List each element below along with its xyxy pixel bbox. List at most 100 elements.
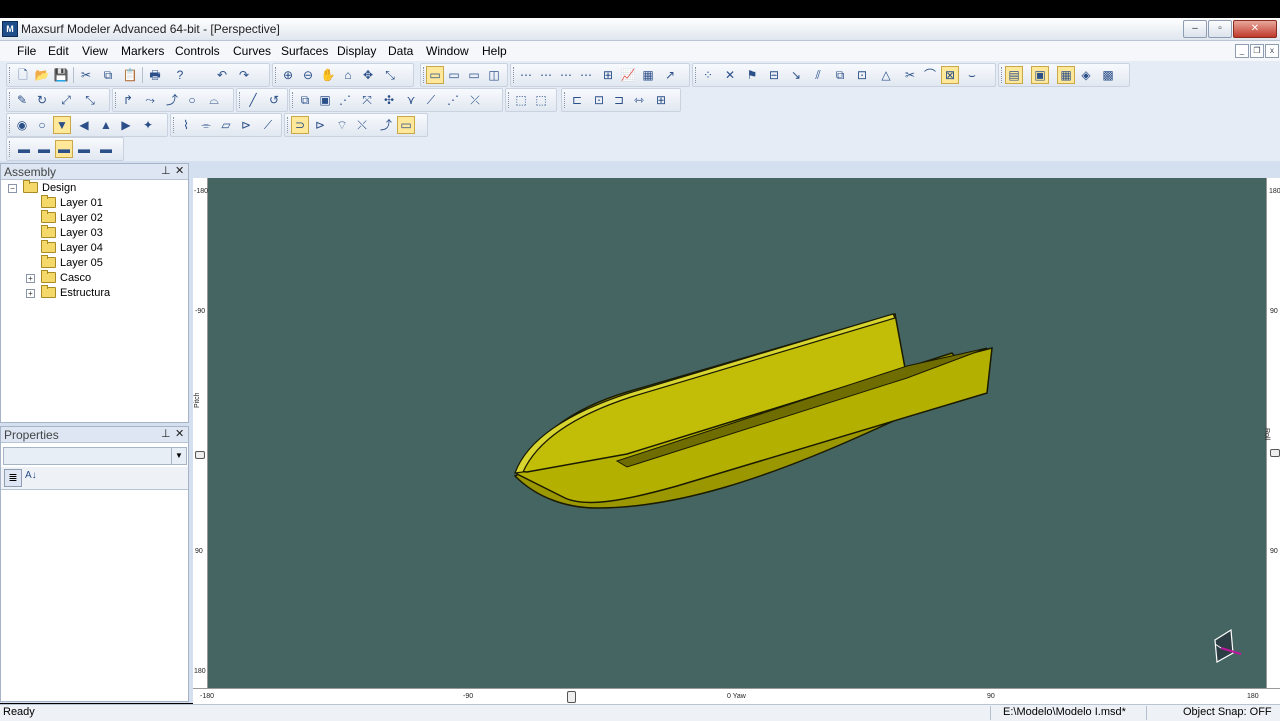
pin-icon[interactable]: ⊥ [161,427,171,440]
menu-edit[interactable]: Edit [48,44,69,58]
calc-areas-icon[interactable]: ⊞ [599,66,617,84]
grid-icon[interactable]: ▦ [1057,66,1075,84]
menu-help[interactable]: Help [482,44,507,58]
fit-surface-icon[interactable]: ⊟ [765,66,783,84]
undo-icon[interactable]: ↶ [213,66,231,84]
expand-collapse-icon[interactable]: + [26,274,35,283]
tree-item-layer[interactable]: Layer 02 [41,210,103,225]
tree-item-layer[interactable]: Layer 03 [41,225,103,240]
pattern-icon[interactable]: ▩ [1099,66,1117,84]
shape-4-icon[interactable]: ⊳ [237,116,255,134]
minimize-button[interactable]: – [1183,20,1207,38]
expand-collapse-icon[interactable]: + [26,289,35,298]
net-cross-icon[interactable]: ⤫ [466,91,484,109]
close-icon[interactable]: ✕ [175,427,184,440]
select-points-icon[interactable]: ⁘ [699,66,717,84]
table-icon[interactable]: ▦ [639,66,657,84]
hull-model-render[interactable] [207,178,1266,688]
pin-icon[interactable]: ⊥ [161,164,171,177]
arrow-up-icon[interactable]: ▲ [97,116,115,134]
profile-view-icon[interactable]: ▭ [465,66,483,84]
select-circle-icon[interactable]: ○ [33,116,51,134]
save-icon[interactable]: 💾 [52,66,70,84]
menu-window[interactable]: Window [426,44,469,58]
close-button[interactable]: ✕ [1233,20,1277,38]
control-points-icon[interactable]: ⋯ [557,66,575,84]
move-surface-icon[interactable]: ⊡ [853,66,871,84]
grid-spacing-icon[interactable]: ⋯ [517,66,535,84]
draw-line-icon[interactable]: ╱ [244,91,262,109]
sort-by-category-icon[interactable]: ≣ [4,469,22,487]
roll-slider-handle[interactable] [1270,449,1280,457]
triangle-surface-icon[interactable]: △ [877,66,895,84]
toolbar-grip[interactable] [9,141,13,157]
menu-markers[interactable]: Markers [121,44,164,58]
copy-surface-icon[interactable]: ⧉ [831,66,849,84]
copy-icon[interactable]: ⧉ [99,66,117,84]
bond-edge-icon[interactable]: ⌒ [921,66,939,84]
menu-file[interactable]: File [17,44,36,58]
expand-collapse-icon[interactable]: − [8,184,17,193]
hull-profile-icon[interactable]: ⊳ [311,116,329,134]
align-left-icon[interactable]: ⊏ [568,91,586,109]
paste-icon[interactable]: 📋 [121,66,139,84]
tree-item-design[interactable]: Design [23,180,76,195]
shape-1-icon[interactable]: ⌇ [177,116,195,134]
stretch-icon[interactable]: ⤢ [57,91,75,109]
net-expand-icon[interactable]: ⋎ [402,91,420,109]
render-icon[interactable]: ▣ [1031,66,1049,84]
tree-item-layer[interactable]: Layer 04 [41,240,103,255]
home-view-icon[interactable]: ⌂ [339,66,357,84]
hull-box-icon[interactable]: ▭ [397,116,415,134]
tree-item-group[interactable]: Estructura [41,285,110,300]
yaw-slider-handle[interactable] [567,691,576,703]
object-selector-combo[interactable]: ▼ [3,447,187,465]
render-mode-5-icon[interactable]: ▬ [97,140,115,158]
split-icon[interactable]: ⤡ [81,91,99,109]
align-center-icon[interactable]: ⊡ [590,91,608,109]
markers-window-icon[interactable]: ⋯ [537,66,555,84]
shape-2-icon[interactable]: ⌯ [197,116,215,134]
frame-zoom-icon[interactable]: ⬚ [532,91,550,109]
select-arrow-icon[interactable]: ▼ [53,116,71,134]
flag-icon[interactable]: ⚑ [743,66,761,84]
body-plan-view-icon[interactable]: ◫ [485,66,503,84]
transform-icon[interactable]: ↗ [661,66,679,84]
distribute-icon[interactable]: ⇿ [630,91,648,109]
curve-arc-icon[interactable]: ⌓ [205,91,223,109]
hull-chine-icon[interactable]: ⤴ [377,116,395,134]
add-point-icon[interactable]: ✕ [721,66,739,84]
menu-view[interactable]: View [82,44,108,58]
trim-icon[interactable]: ✂ [901,66,919,84]
plan-view-icon[interactable]: ▭ [445,66,463,84]
draw-arc-icon[interactable]: ↺ [265,91,283,109]
sort-alphabetical-icon[interactable]: A↓ [25,470,37,481]
hull-deck-icon[interactable]: ⌔ [333,116,351,134]
roll-ruler[interactable]: 180 90 Roll 90 [1263,178,1280,688]
tree-item-layer[interactable]: Layer 05 [41,255,103,270]
pitch-ruler[interactable]: -180 -90 Pitch 90 180 [193,178,208,688]
net-split-icon[interactable]: ⋰ [336,91,354,109]
surfaces-window-icon[interactable]: ⋯ [577,66,595,84]
new-file-icon[interactable]: 🗋 [14,66,32,84]
paste-net-icon[interactable]: ▣ [316,91,334,109]
curve-add-icon[interactable]: ↱ [119,91,137,109]
help-icon[interactable]: ? [171,66,189,84]
shape-3-icon[interactable]: ▱ [217,116,235,134]
curve-join-icon[interactable]: ⤳ [141,91,159,109]
boat-hull[interactable] [513,313,993,509]
view-orientation-cube[interactable] [1214,628,1242,663]
mdi-minimize-button[interactable]: _ [1235,44,1249,58]
curve-break-icon[interactable]: ⤴ [163,91,181,109]
maxsurf-app-icon[interactable]: M [2,21,18,37]
toolbar-grip[interactable] [239,92,243,108]
chevron-down-icon[interactable]: ▼ [171,448,186,464]
show-net-icon[interactable]: ⊠ [941,66,959,84]
arrow-right-icon[interactable]: ▶ [117,116,135,134]
perspective-viewport[interactable]: -180 -90 Pitch 90 180 180 90 Roll 90 -18… [193,178,1280,705]
menu-curves[interactable]: Curves [233,44,271,58]
wireframe-icon[interactable]: ▤ [1005,66,1023,84]
net-collapse-icon[interactable]: ✣ [380,91,398,109]
hull-outline-icon[interactable]: ⊃ [291,116,309,134]
net-straighten-icon[interactable]: ⟋ [422,91,440,109]
